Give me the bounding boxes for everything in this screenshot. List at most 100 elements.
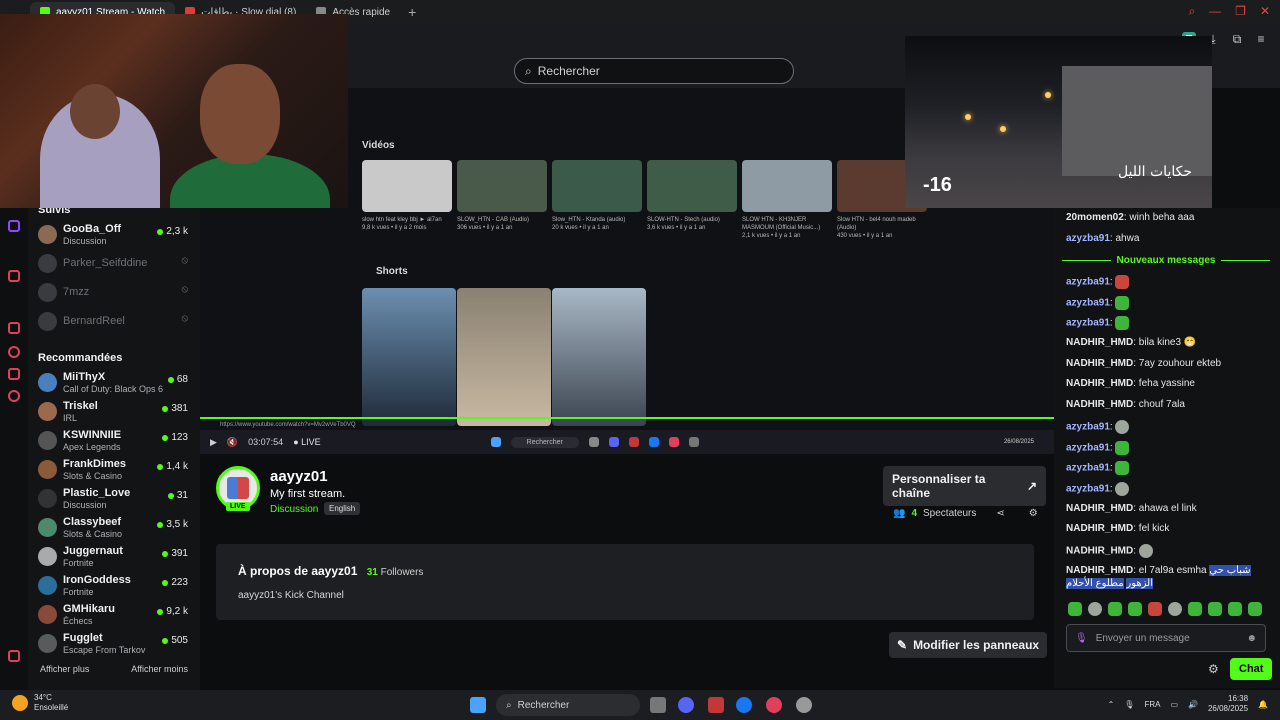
- sidebar-channel[interactable]: KSWINNIIE Apex Legends 123: [28, 426, 200, 455]
- sidebar-channel[interactable]: Juggernaut Fortnite 391: [28, 542, 200, 571]
- menu-icon[interactable]: ≡: [1254, 32, 1268, 46]
- video-thumbnail: [552, 160, 642, 212]
- facebook-icon[interactable]: [736, 697, 752, 713]
- chat-user[interactable]: NADHIR_HMD: [1066, 358, 1133, 369]
- chat-user[interactable]: azyzba91: [1066, 422, 1110, 433]
- chat-user[interactable]: NADHIR_HMD: [1066, 565, 1133, 576]
- app-icon[interactable]: [796, 697, 812, 713]
- notification-icon[interactable]: 🔔: [1258, 700, 1268, 709]
- volume-icon[interactable]: 🔊: [1188, 700, 1198, 709]
- chat-user[interactable]: azyzba91: [1066, 443, 1110, 454]
- chat-user[interactable]: azyzba91: [1066, 484, 1110, 495]
- emote-icon[interactable]: [1188, 602, 1202, 616]
- language-tag[interactable]: English: [324, 502, 361, 515]
- emote-icon[interactable]: [1208, 602, 1222, 616]
- chat-input[interactable]: 🎙 Envoyer un message ☻: [1066, 624, 1266, 652]
- task-view-icon[interactable]: [650, 697, 666, 713]
- stream-category[interactable]: Discussion: [270, 504, 318, 515]
- channel-name[interactable]: aayyz01: [270, 468, 328, 485]
- channel-name: 7mzz: [63, 286, 90, 298]
- sidebar-channel[interactable]: BernardReel ⦸: [28, 307, 200, 336]
- left-rail: [0, 200, 28, 690]
- chat-user[interactable]: NADHIR_HMD: [1066, 399, 1133, 410]
- user-settings-icon[interactable]: ⚙: [1029, 508, 1038, 519]
- discord-icon[interactable]: [678, 697, 694, 713]
- emote-icon[interactable]: [1248, 602, 1262, 616]
- show-more-link[interactable]: Afficher plus: [40, 664, 89, 674]
- chat-user[interactable]: azyzba91: [1066, 318, 1110, 329]
- sidebar-channel[interactable]: Plastic_Love Discussion 31: [28, 484, 200, 513]
- network-icon[interactable]: ▭: [1170, 700, 1178, 709]
- weather-text: Ensoleillé: [34, 703, 69, 712]
- record-icon[interactable]: [8, 270, 20, 282]
- emote-icon[interactable]: [1108, 602, 1122, 616]
- chat-user[interactable]: azyzba91: [1066, 298, 1110, 309]
- chat-user[interactable]: azyzba91: [1066, 233, 1110, 244]
- microphone-icon[interactable]: 🎙: [1075, 633, 1088, 644]
- chat-user[interactable]: NADHIR_HMD: [1066, 337, 1133, 348]
- emote-icon[interactable]: [1168, 602, 1182, 616]
- restore-icon[interactable]: ❐: [1235, 4, 1246, 19]
- language-indicator[interactable]: FRA: [1144, 700, 1160, 709]
- new-tab-plus-icon[interactable]: +: [408, 4, 416, 20]
- chat-send-button[interactable]: Chat: [1230, 658, 1273, 680]
- clock-icon[interactable]: [8, 346, 20, 358]
- play-icon[interactable]: ▶: [210, 437, 217, 448]
- sidebar-channel[interactable]: 7mzz ⦸: [28, 278, 200, 307]
- emote-icon[interactable]: [1148, 602, 1162, 616]
- extensions-icon[interactable]: ⧉: [1230, 32, 1244, 46]
- mini-search: Rechercher: [510, 436, 579, 448]
- microphone-icon[interactable]: 🎙: [1124, 700, 1134, 709]
- share-icon[interactable]: ⋖: [996, 508, 1004, 519]
- chat-message: NADHIR_HMD: ahawa el link: [1066, 503, 1197, 514]
- viewer-count: 381: [162, 403, 188, 414]
- stream-title: My first stream.: [270, 488, 346, 500]
- app-icon[interactable]: [708, 697, 724, 713]
- avatar: [38, 605, 57, 624]
- settings-icon[interactable]: [8, 390, 20, 402]
- opera-icon[interactable]: [766, 697, 782, 713]
- search-icon[interactable]: ⌕: [1188, 4, 1195, 19]
- sidebar-channel[interactable]: IronGoddess Fortnite 223: [28, 571, 200, 600]
- clock[interactable]: 16:38 26/08/2025: [1208, 694, 1248, 714]
- settings-icon[interactable]: ⚙: [1208, 662, 1219, 676]
- emote-icon[interactable]: [1128, 602, 1142, 616]
- sidebar-channel[interactable]: Classybeef Slots & Casino 3,5 k: [28, 513, 200, 542]
- sidebar-channel[interactable]: GooBa_Off Discussion 2,3 k: [28, 220, 200, 249]
- sidebar-channel[interactable]: Triskel IRL 381: [28, 397, 200, 426]
- emote-icon[interactable]: [1088, 602, 1102, 616]
- emote-icon[interactable]: [1228, 602, 1242, 616]
- send-icon[interactable]: [8, 368, 20, 380]
- chevron-up-icon[interactable]: ⌃: [1108, 700, 1115, 709]
- sidebar-channel[interactable]: Parker_Seifddine ⦸: [28, 249, 200, 278]
- chat-user[interactable]: azyzba91: [1066, 277, 1110, 288]
- emote-icon[interactable]: [1068, 602, 1082, 616]
- search-input[interactable]: ⌕ Rechercher: [514, 58, 794, 84]
- kick-icon[interactable]: [8, 650, 20, 662]
- windows-start-icon[interactable]: [470, 697, 486, 713]
- chat-user[interactable]: 20momen02: [1066, 212, 1124, 223]
- customize-channel-button[interactable]: Personnaliser ta chaîne ↗: [883, 466, 1046, 506]
- sidebar-channel[interactable]: Fugglet Escape From Tarkov 505: [28, 629, 200, 658]
- close-icon[interactable]: ✕: [1260, 4, 1270, 19]
- sidebar-channel[interactable]: GMHikaru Échecs 9,2 k: [28, 600, 200, 629]
- chat-user[interactable]: azyzba91: [1066, 463, 1110, 474]
- taskbar-search[interactable]: ⌕ Rechercher: [496, 694, 640, 716]
- viewer-count-value: 123: [171, 432, 188, 443]
- sidebar-channel[interactable]: FrankDimes Slots & Casino 1,4 k: [28, 455, 200, 484]
- chat-user[interactable]: NADHIR_HMD: [1066, 546, 1133, 557]
- weather-widget[interactable]: 34°C Ensoleillé: [12, 693, 68, 713]
- minimize-icon[interactable]: —: [1209, 4, 1221, 19]
- emoji-icon[interactable]: ☻: [1246, 633, 1257, 644]
- sidebar-channel[interactable]: MiiThyX Call of Duty: Black Ops 6 68: [28, 368, 200, 397]
- chat-user[interactable]: NADHIR_HMD: [1066, 523, 1133, 534]
- show-less-link[interactable]: Afficher moins: [131, 664, 188, 674]
- viewer-count: 391: [162, 548, 188, 559]
- avatar: [38, 634, 57, 653]
- gamepad-icon[interactable]: [8, 322, 20, 334]
- twitch-icon[interactable]: [8, 220, 20, 232]
- chat-user[interactable]: NADHIR_HMD: [1066, 378, 1133, 389]
- volume-icon[interactable]: 🔇: [227, 437, 238, 448]
- edit-panels-button[interactable]: ✎ Modifier les panneaux: [889, 632, 1048, 658]
- chat-user[interactable]: NADHIR_HMD: [1066, 503, 1133, 514]
